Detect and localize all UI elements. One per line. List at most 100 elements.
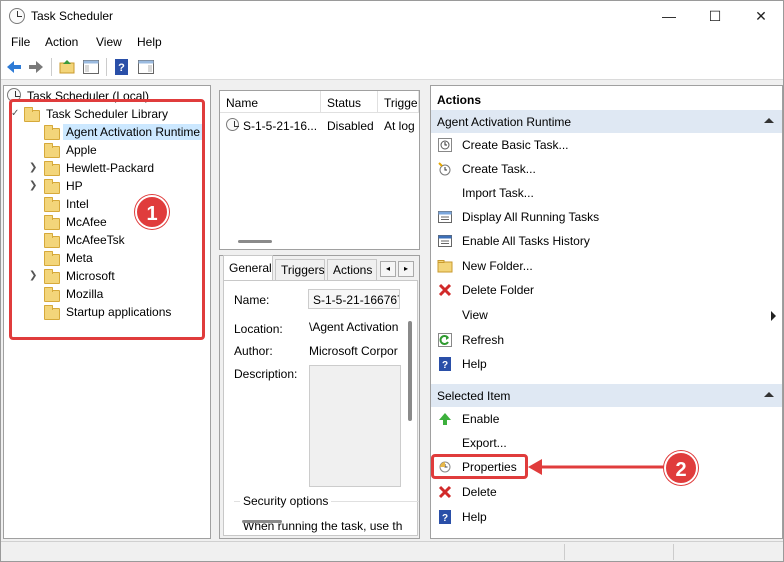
tab-scroll-left-button[interactable]: ◂: [380, 261, 396, 277]
action-help[interactable]: ? Help: [431, 505, 782, 529]
create-task-icon: [437, 161, 453, 177]
action-label: Create Basic Task...: [462, 138, 569, 152]
author-label: Author:: [234, 344, 273, 358]
menu-action[interactable]: Action: [45, 35, 78, 49]
delete-icon: [437, 282, 453, 298]
tab-triggers[interactable]: Triggers: [275, 259, 325, 281]
action-label: Display All Running Tasks: [462, 210, 600, 224]
new-folder-icon: [437, 258, 453, 274]
task-trigger-cell: At log: [384, 119, 415, 133]
actions-section-header[interactable]: Agent Activation Runtime: [431, 109, 782, 133]
running-tasks-icon: [437, 209, 453, 225]
menu-bar: File Action View Help: [1, 32, 783, 54]
actions-section-title: Agent Activation Runtime: [437, 115, 572, 129]
clock-icon: [226, 118, 239, 131]
toolbar-separator: [106, 58, 107, 76]
enable-icon: [437, 411, 453, 427]
action-label: Create Task...: [462, 162, 536, 176]
tab-scroll-right-button[interactable]: ▸: [398, 261, 414, 277]
clock-icon: [9, 8, 25, 24]
annotation-arrow-icon: [528, 459, 674, 475]
show-action-pane-icon[interactable]: [137, 58, 155, 76]
help-icon: ?: [437, 356, 453, 372]
forward-arrow-icon[interactable]: [27, 58, 45, 76]
menu-file[interactable]: File: [11, 35, 30, 49]
tab-general[interactable]: General: [223, 255, 273, 281]
column-header-trigger[interactable]: Trigger: [378, 91, 419, 113]
help-icon[interactable]: ?: [113, 58, 131, 76]
action-import-task[interactable]: Import Task...: [431, 181, 782, 205]
action-label: Refresh: [462, 333, 505, 347]
task-name-cell: S-1-5-21-16...: [243, 119, 318, 133]
location-label: Location:: [234, 322, 283, 336]
location-value: \Agent Activation: [309, 320, 399, 334]
status-divider: [673, 544, 674, 560]
create-basic-task-icon: [437, 137, 453, 153]
close-button[interactable]: ✕: [738, 1, 784, 32]
menu-help[interactable]: Help: [137, 35, 162, 49]
back-arrow-icon[interactable]: [5, 58, 23, 76]
action-create-task[interactable]: Create Task...: [431, 157, 782, 181]
action-label: Delete Folder: [462, 283, 535, 297]
table-row[interactable]: S-1-5-21-16... Disabled At log: [220, 115, 419, 135]
annotation-badge-2: 2: [664, 451, 698, 485]
svg-text:?: ?: [118, 62, 125, 74]
horizontal-scrollbar[interactable]: [242, 520, 282, 523]
action-label: Import Task...: [462, 186, 534, 200]
maximize-button[interactable]: ☐: [692, 1, 738, 32]
security-options-label: Security options: [240, 494, 332, 508]
task-list-header: Name Status Trigger: [220, 91, 419, 113]
task-status-cell: Disabled: [327, 119, 374, 133]
status-bar: [1, 541, 783, 561]
name-label: Name:: [234, 293, 270, 307]
show-hide-console-tree-icon[interactable]: [82, 58, 100, 76]
column-header-status[interactable]: Status: [321, 91, 378, 113]
highlight-box-tree: [9, 99, 205, 340]
action-new-folder[interactable]: New Folder...: [431, 254, 782, 278]
actions-pane-title: Actions: [431, 88, 782, 110]
action-label: Help: [462, 510, 487, 524]
action-export[interactable]: Export...: [431, 431, 782, 455]
up-folder-icon[interactable]: [58, 58, 76, 76]
action-refresh[interactable]: Refresh: [431, 328, 782, 352]
action-enable[interactable]: Enable: [431, 407, 782, 431]
action-view[interactable]: View: [431, 303, 782, 327]
minimize-button[interactable]: —: [646, 1, 692, 32]
action-help[interactable]: ? Help: [431, 352, 782, 376]
svg-text:?: ?: [442, 513, 448, 524]
action-delete[interactable]: Delete: [431, 480, 782, 504]
status-divider: [564, 544, 565, 560]
collapse-caret-icon[interactable]: [764, 118, 774, 123]
task-list-pane: Name Status Trigger S-1-5-21-16... Disab…: [219, 90, 420, 250]
toolbar-separator: [51, 58, 52, 76]
menu-view[interactable]: View: [96, 35, 122, 49]
collapse-caret-icon[interactable]: [764, 392, 774, 397]
action-label: Export...: [462, 436, 507, 450]
action-label: Enable All Tasks History: [462, 234, 590, 248]
history-icon: [437, 233, 453, 249]
help-icon: ?: [437, 509, 453, 525]
submenu-arrow-icon: [771, 311, 776, 321]
toolbar: ?: [1, 54, 783, 80]
name-field[interactable]: S-1-5-21-1667670: [308, 289, 400, 309]
horizontal-scrollbar[interactable]: [238, 240, 272, 243]
task-scheduler-window: Task Scheduler — ☐ ✕ File Action View He…: [0, 0, 784, 562]
highlight-box-properties: [431, 454, 528, 479]
tab-actions[interactable]: Actions: [327, 259, 377, 281]
action-delete-folder[interactable]: Delete Folder: [431, 278, 782, 302]
selected-item-section-title: Selected Item: [437, 389, 511, 403]
svg-text:?: ?: [442, 360, 448, 371]
action-display-all-running-tasks[interactable]: Display All Running Tasks: [431, 205, 782, 229]
action-label: New Folder...: [462, 259, 533, 273]
delete-icon: [437, 484, 453, 500]
column-header-name[interactable]: Name: [220, 91, 321, 113]
selected-item-section-header[interactable]: Selected Item: [431, 383, 782, 407]
window-title: Task Scheduler: [31, 9, 114, 23]
refresh-icon: [437, 332, 453, 348]
action-enable-all-tasks-history[interactable]: Enable All Tasks History: [431, 229, 782, 253]
vertical-scrollbar[interactable]: [408, 321, 412, 421]
action-label: View: [462, 308, 488, 322]
action-create-basic-task[interactable]: Create Basic Task...: [431, 133, 782, 157]
action-label: Help: [462, 357, 487, 371]
description-field[interactable]: [309, 365, 401, 487]
